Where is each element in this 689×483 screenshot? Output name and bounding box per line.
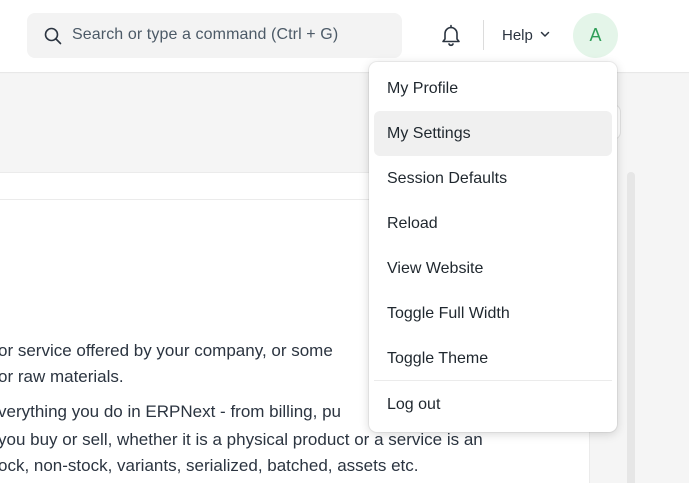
notification-bell-icon[interactable]	[438, 22, 464, 48]
background-text-line: or raw materials.	[0, 367, 124, 386]
user-menu-dropdown: My Profile My Settings Session Defaults …	[369, 62, 617, 432]
page-scrollbar[interactable]	[627, 172, 635, 483]
avatar-initial: A	[589, 25, 602, 45]
search-bar[interactable]: Search or type a command (Ctrl + G)	[27, 13, 402, 58]
background-text-line: you buy or sell, whether it is a physica…	[0, 430, 483, 449]
help-dropdown-button[interactable]: Help	[502, 26, 551, 44]
background-text-line: verything you do in ERPNext - from billi…	[0, 402, 341, 421]
menu-item-log-out[interactable]: Log out	[374, 382, 612, 427]
app-page: or service offered by your company, or s…	[0, 0, 689, 483]
search-input[interactable]: Search or type a command (Ctrl + G)	[72, 26, 338, 44]
search-icon	[43, 26, 63, 46]
menu-item-my-settings[interactable]: My Settings	[374, 111, 612, 156]
menu-item-reload[interactable]: Reload	[374, 201, 612, 246]
menu-divider	[374, 380, 612, 381]
background-text-line: ock, non-stock, variants, serialized, ba…	[0, 456, 419, 475]
menu-item-view-website[interactable]: View Website	[374, 246, 612, 291]
menu-item-toggle-theme[interactable]: Toggle Theme	[374, 336, 612, 381]
help-label: Help	[502, 26, 533, 44]
user-avatar[interactable]: A	[573, 13, 618, 58]
menu-item-session-defaults[interactable]: Session Defaults	[374, 156, 612, 201]
navbar-divider	[483, 20, 484, 50]
background-text-line: or service offered by your company, or s…	[0, 341, 333, 360]
menu-item-toggle-full-width[interactable]: Toggle Full Width	[374, 291, 612, 336]
chevron-down-icon	[539, 26, 551, 44]
menu-item-my-profile[interactable]: My Profile	[374, 66, 612, 111]
